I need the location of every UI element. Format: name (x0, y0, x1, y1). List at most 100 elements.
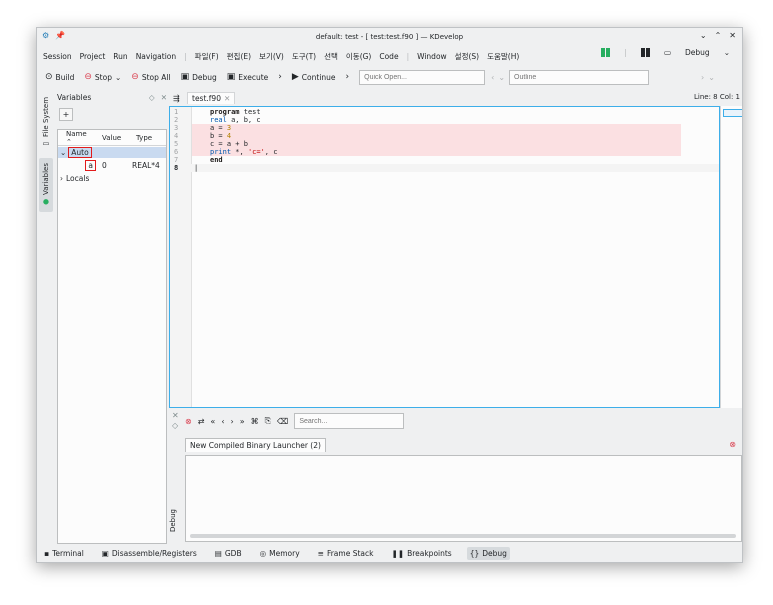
tree-row-auto[interactable]: ⌄ Auto (58, 147, 166, 158)
step-over-button[interactable]: › (346, 72, 350, 82)
chevron-down-icon[interactable]: ⌄ (498, 73, 505, 82)
build-button[interactable]: ⊙ Build (45, 72, 74, 82)
memory-icon: ◎ (259, 548, 267, 558)
title-bar: ⚙ 📌 default: test - [ test:test.f90 ] — … (37, 28, 742, 46)
previous-icon[interactable]: ‹ (221, 417, 224, 426)
focus-icon[interactable]: ⌘ (251, 417, 259, 426)
maximize-button[interactable]: ⌃ (715, 31, 722, 40)
review-area-icon[interactable] (640, 48, 650, 57)
menu-edit[interactable]: 편집(E) (227, 51, 251, 62)
menu-project[interactable]: Project (80, 52, 106, 61)
minimap-viewport[interactable] (723, 109, 742, 117)
quick-open-input[interactable] (359, 69, 486, 85)
debug-button[interactable]: ▣ Debug (181, 72, 217, 82)
debug-braces-icon: {} (469, 548, 480, 558)
chevron-down-icon[interactable]: ⌄ (115, 73, 121, 82)
menu-navigation[interactable]: Navigation (136, 52, 176, 61)
add-watch-button[interactable]: + (59, 108, 73, 121)
filter-icon[interactable]: ⇄ (198, 417, 205, 426)
close-icon[interactable]: ✕ (161, 93, 167, 102)
menu-code[interactable]: Code (379, 52, 398, 61)
horizontal-scrollbar[interactable] (190, 534, 736, 538)
next-icon[interactable]: › (231, 417, 234, 426)
menu-right-area: | ▭ Debug ⌄ (601, 48, 738, 57)
column-name[interactable]: Name ⌃ (58, 130, 98, 146)
window-title: default: test - [ test:test.f90 ] — KDev… (315, 33, 464, 41)
tool-disassemble[interactable]: ▣ Disassemble/Registers (99, 547, 200, 560)
menu-settings[interactable]: 설정(S) (455, 51, 479, 62)
minimap[interactable] (720, 106, 742, 408)
code-area-icon[interactable] (601, 48, 611, 57)
terminal-icon: ▪ (44, 548, 50, 558)
close-button[interactable]: ✕ (729, 31, 736, 40)
output-view[interactable] (185, 455, 742, 542)
execute-button[interactable]: ▣ Execute (227, 72, 269, 82)
tool-memory[interactable]: ◎ Memory (257, 547, 303, 560)
continue-button[interactable]: ▶ Continue (292, 72, 336, 82)
debug-area-button[interactable]: Debug (685, 48, 710, 57)
window-controls: ⌄ ⌃ ✕ (700, 31, 736, 40)
close-output-icon[interactable]: ⊗ (729, 440, 736, 449)
tree-row-var-a[interactable]: a 0 REAL*4 (58, 160, 166, 171)
output-search-input[interactable] (294, 413, 405, 429)
menu-select[interactable]: 선택 (324, 51, 338, 62)
forward-icon[interactable]: › (701, 73, 704, 82)
pin-icon[interactable]: 📌 (55, 31, 65, 40)
copy-icon[interactable]: ⎘ (265, 416, 271, 426)
tool-debug[interactable]: {} Debug (466, 546, 510, 560)
code-line: 2 real a, b, c (170, 116, 719, 124)
menu-separator: | (406, 51, 410, 61)
chevron-down-icon[interactable]: ⌄ (60, 148, 66, 157)
outline-input[interactable] (509, 69, 650, 85)
chevron-down-icon[interactable]: ⌄ (708, 73, 715, 82)
chevron-down-icon[interactable]: ⌄ (724, 48, 730, 57)
menu-help[interactable]: 도움말(H) (487, 51, 519, 62)
close-icon[interactable]: ✕ (224, 94, 230, 103)
variables-panel: Variables ◇ ✕ + Name ⌃ Value Type ⌄ Auto… (55, 90, 169, 544)
line-number: 5 (174, 140, 179, 148)
output-tab-launcher[interactable]: New Compiled Binary Launcher (2) (185, 438, 326, 452)
back-icon[interactable]: ‹ (491, 73, 494, 82)
stop-button[interactable]: ⊖ Stop ⌄ (84, 72, 121, 82)
code-editor[interactable]: 1 program test 2 real a, b, c 3 a = 3 4 … (169, 106, 720, 408)
menu-session[interactable]: Session (43, 52, 72, 61)
menu-view[interactable]: 보기(V) (259, 51, 284, 62)
tool-frame-stack[interactable]: ≡ Frame Stack (315, 547, 377, 560)
editor-tab-test-f90[interactable]: test.f90 ✕ (187, 92, 236, 104)
menu-run[interactable]: Run (113, 52, 127, 61)
tool-terminal[interactable]: ▪ Terminal (41, 547, 87, 560)
stop-all-label: Stop All (141, 72, 171, 82)
first-icon[interactable]: « (210, 417, 215, 426)
line-number: 8 (174, 164, 179, 172)
output-side-label[interactable]: Debug (169, 509, 177, 532)
tab-variables[interactable]: ● Variables (39, 158, 53, 212)
stop-all-button[interactable]: ⊖ Stop All (131, 72, 170, 82)
code-text: b = 4 (192, 132, 681, 140)
float-icon[interactable]: ◇ (172, 421, 178, 430)
app-icon[interactable]: ⚙ (42, 31, 49, 40)
step-button[interactable]: › (278, 72, 282, 82)
panel-controls: ◇ ✕ (149, 93, 167, 102)
float-icon[interactable]: ◇ (149, 93, 155, 102)
last-icon[interactable]: » (240, 417, 245, 426)
menu-separator: | (184, 51, 187, 61)
menu-file[interactable]: 파일(F) (195, 51, 219, 62)
menu-go[interactable]: 이동(G) (346, 51, 371, 62)
editor-tabstrip: ⇶ test.f90 ✕ Line: 8 Col: 1 (169, 90, 742, 106)
clear-icon[interactable]: ⌫ (277, 417, 288, 426)
tool-breakpoints[interactable]: ❚❚ Breakpoints (388, 547, 454, 560)
tree-row-locals[interactable]: › Locals (58, 173, 166, 184)
stop-icon[interactable]: ⊗ (185, 417, 192, 426)
chevron-right-icon[interactable]: › (60, 174, 63, 183)
code-text: real a, b, c (210, 116, 261, 124)
menu-tools[interactable]: 도구(T) (292, 51, 316, 62)
debug-area-icon: ▭ (663, 48, 672, 57)
tool-gdb[interactable]: ▤ GDB (212, 547, 245, 560)
close-icon[interactable]: ✕ (172, 411, 179, 420)
menu-window[interactable]: Window (417, 52, 447, 61)
documents-menu-icon[interactable]: ⇶ (173, 94, 180, 103)
column-value[interactable]: Value (98, 134, 132, 142)
column-type[interactable]: Type (132, 134, 166, 142)
minimize-button[interactable]: ⌄ (700, 31, 707, 40)
tab-file-system[interactable]: ▭ File System (39, 92, 53, 152)
